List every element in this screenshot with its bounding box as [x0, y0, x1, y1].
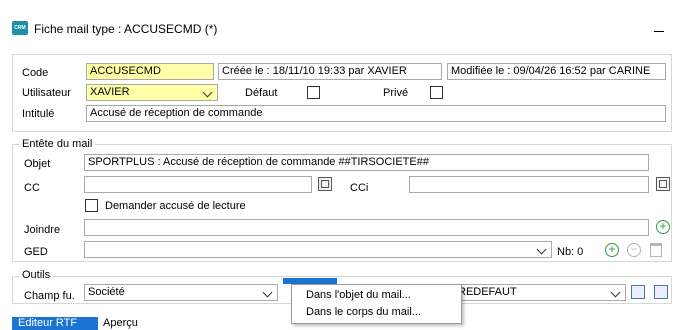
- read-receipt-label: Demander accusé de lecture: [105, 200, 246, 212]
- code-label: Code: [22, 67, 49, 79]
- add-ged-icon[interactable]: +: [605, 243, 619, 257]
- title-field[interactable]: Accusé de réception de commande: [86, 105, 666, 122]
- cc-label: CC: [24, 182, 40, 194]
- delete-icon[interactable]: [650, 243, 662, 257]
- add-attachment-icon[interactable]: +: [656, 220, 670, 234]
- tab-rtf-editor[interactable]: Editeur RTF: [12, 317, 98, 330]
- modified-info: Modifiée le : 09/04/26 16:52 par CARINE: [447, 63, 666, 80]
- cci-field[interactable]: [409, 176, 649, 193]
- remove-ged-icon[interactable]: −: [627, 243, 641, 257]
- tools-title: Outils: [19, 269, 54, 281]
- private-label: Privé: [383, 87, 409, 99]
- menu-item-insert-subject[interactable]: Dans l'objet du mail...: [306, 289, 411, 301]
- window-title: Fiche mail type : ACCUSECMD (*): [34, 22, 218, 36]
- read-receipt-checkbox[interactable]: [85, 199, 98, 212]
- default-checkbox[interactable]: [307, 86, 320, 99]
- subject-label: Objet: [24, 158, 51, 170]
- title-label: Intitulé: [22, 108, 55, 120]
- mail-header-title: Entête du mail: [19, 138, 96, 150]
- background-window-strip: [0, 0, 680, 8]
- ged-combo[interactable]: [84, 241, 552, 258]
- menu-item-insert-body[interactable]: Dans le corps du mail...: [306, 306, 421, 318]
- user-combo[interactable]: XAVIER: [86, 84, 218, 101]
- attach-field[interactable]: [84, 219, 649, 236]
- cci-label: CCi: [350, 182, 369, 194]
- created-info: Créée le : 18/11/10 19:33 par XAVIER: [218, 63, 442, 80]
- chevron-down-icon: [203, 86, 213, 99]
- subject-field[interactable]: SPORTPLUS : Accusé de réception de comma…: [84, 154, 649, 171]
- cc-field[interactable]: [84, 176, 312, 193]
- function-field-value: Société: [88, 286, 125, 298]
- attach-label: Joindre: [24, 224, 61, 236]
- address-book-icon[interactable]: [318, 177, 332, 191]
- chevron-down-icon: [263, 286, 273, 299]
- insert-context-menu: Dans l'objet du mail... Dans le corps du…: [291, 284, 462, 324]
- user-combo-value: XAVIER: [90, 86, 130, 98]
- minimize-button[interactable]: [634, 10, 680, 42]
- default-label: Défaut: [245, 87, 278, 99]
- function-field-label: Champ fu.: [24, 290, 75, 302]
- ged-label: GED: [24, 246, 48, 258]
- private-checkbox[interactable]: [430, 86, 443, 99]
- tab-preview[interactable]: Aperçu: [99, 317, 138, 330]
- user-label: Utilisateur: [22, 87, 71, 99]
- variable-combo[interactable]: REDEFAUT: [454, 284, 626, 301]
- variable-combo-value: REDEFAUT: [458, 286, 517, 298]
- address-book-icon[interactable]: [656, 177, 670, 191]
- general-panel: Code ACCUSECMD Créée le : 18/11/10 19:33…: [12, 54, 672, 132]
- title-bar: CRM Fiche mail type : ACCUSECMD (*): [0, 10, 680, 42]
- ged-count: Nb: 0: [557, 246, 584, 258]
- app-icon: CRM: [12, 21, 28, 35]
- chevron-down-icon: [537, 243, 547, 256]
- function-field-combo[interactable]: Société: [84, 284, 278, 301]
- code-field[interactable]: ACCUSECMD: [86, 63, 214, 80]
- home-icon[interactable]: [654, 285, 668, 299]
- chevron-down-icon: [611, 286, 621, 299]
- copy-icon[interactable]: [631, 285, 645, 299]
